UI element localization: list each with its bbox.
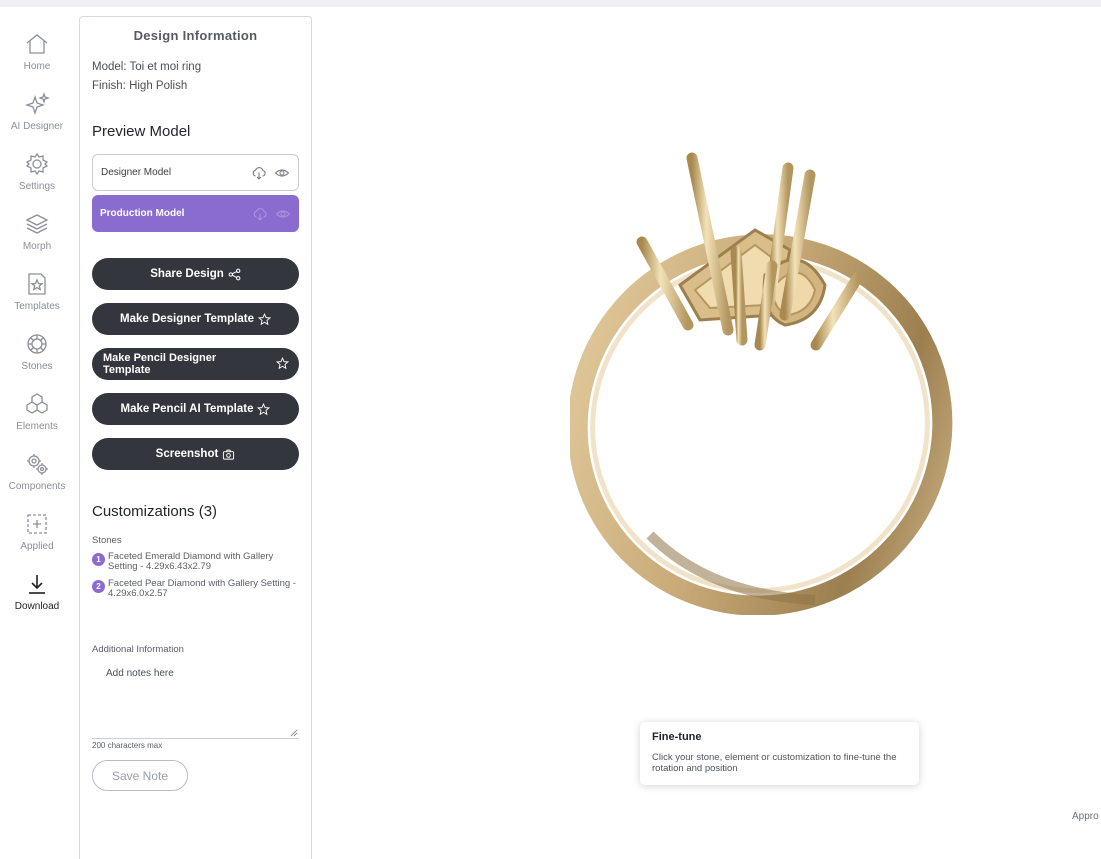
nav-morph-label: Morph [22,241,52,252]
approx-label: Appro [1072,811,1099,822]
stone-description: Faceted Pear Diamond with Gallery Settin… [108,578,296,599]
nav-home-label: Home [23,61,51,72]
gears-icon [27,454,48,475]
stone-description: Faceted Emerald Diamond with Gallery Set… [108,551,274,572]
eye-icon[interactable] [274,165,290,181]
nav-download[interactable]: Download [0,567,74,627]
nav-applied[interactable]: Applied [0,507,74,567]
make-designer-template-label: Make Designer Template [119,313,254,325]
share-design-label: Share Design [150,268,224,280]
stone-number-badge: 1 [92,553,105,566]
share-icon [228,268,241,280]
layers-icon [25,214,49,234]
designer-model-label: Designer Model [101,167,172,178]
save-note-button[interactable]: Save Note [92,760,188,791]
make-pencil-ai-template-button[interactable]: Make Pencil AI Template [92,393,299,425]
template-star-icon [28,273,46,295]
designer-model-option[interactable]: Designer Model [92,154,299,191]
make-pencil-designer-template-button[interactable]: Make Pencil Designer Template [92,348,299,380]
eye-icon[interactable] [275,206,291,222]
gear-icon [25,152,49,176]
home-icon [26,34,48,54]
tooltip-text: Click your stone, element or customizati… [652,752,897,774]
nav-templates[interactable]: Templates [0,267,74,327]
nav-components-label: Components [8,481,66,492]
finish-line: Finish: High Polish [92,80,188,92]
fine-tune-tooltip: Fine-tune Click your stone, element or c… [640,722,919,785]
star-icon [257,402,271,415]
production-model-option[interactable]: Production Model [92,195,299,232]
additional-information-label: Additional Information [92,644,184,655]
resize-grip-icon[interactable] [289,728,298,737]
dashed-add-icon [27,514,47,534]
char-limit-text: 200 characters max [92,741,163,750]
nav-stones-label: Stones [21,361,53,372]
nav-elements-label: Elements [16,421,58,432]
panel-title: Design Information [133,28,258,43]
gem-icon [27,334,47,354]
nav-settings-label: Settings [18,181,56,192]
cloud-download-icon[interactable] [252,206,268,222]
stone-item[interactable]: 1 Faceted Emerald Diamond with Gallery S… [92,552,302,572]
nav-templates-label: Templates [14,301,60,312]
sparkles-icon [24,91,50,116]
top-strip [0,0,1101,7]
left-nav-rail: Home AI Designer Settings Morph Template… [0,7,74,859]
stone-number-badge: 2 [92,580,105,593]
ring-model[interactable] [570,140,960,615]
cubes-icon [26,393,48,414]
nav-elements[interactable]: Elements [0,387,74,447]
nav-components[interactable]: Components [0,447,74,507]
cloud-download-icon[interactable] [251,165,267,181]
share-design-button[interactable]: Share Design [92,258,299,290]
notes-textarea[interactable] [92,662,299,739]
nav-home[interactable]: Home [0,27,74,87]
nav-ai-designer-label: AI Designer [10,121,64,132]
nav-settings[interactable]: Settings [0,147,74,207]
make-designer-template-button[interactable]: Make Designer Template [92,303,299,335]
star-icon [258,312,271,325]
nav-applied-label: Applied [20,541,54,552]
design-information-panel: Design Information Model: Toi et moi rin… [79,16,312,859]
tooltip-title: Fine-tune [652,731,702,743]
make-pencil-ai-template-label: Make Pencil AI Template [120,403,254,415]
star-icon [276,357,289,370]
nav-morph[interactable]: Morph [0,207,74,267]
nav-stones[interactable]: Stones [0,327,74,387]
nav-ai-designer[interactable]: AI Designer [0,87,74,147]
make-pencil-designer-template-label: Make Pencil Designer Template [103,352,217,376]
screenshot-button[interactable]: Screenshot [92,438,299,470]
model-line: Model: Toi et moi ring [92,61,202,73]
download-icon [29,575,45,594]
preview-model-title: Preview Model [92,123,191,140]
screenshot-label: Screenshot [155,448,219,460]
stone-item[interactable]: 2 Faceted Pear Diamond with Gallery Sett… [92,579,302,599]
stones-label: Stones [92,535,122,546]
production-model-label: Production Model [100,208,185,219]
nav-download-label: Download [14,601,60,612]
customizations-title: Customizations (3) [92,503,218,520]
camera-icon [223,449,235,460]
